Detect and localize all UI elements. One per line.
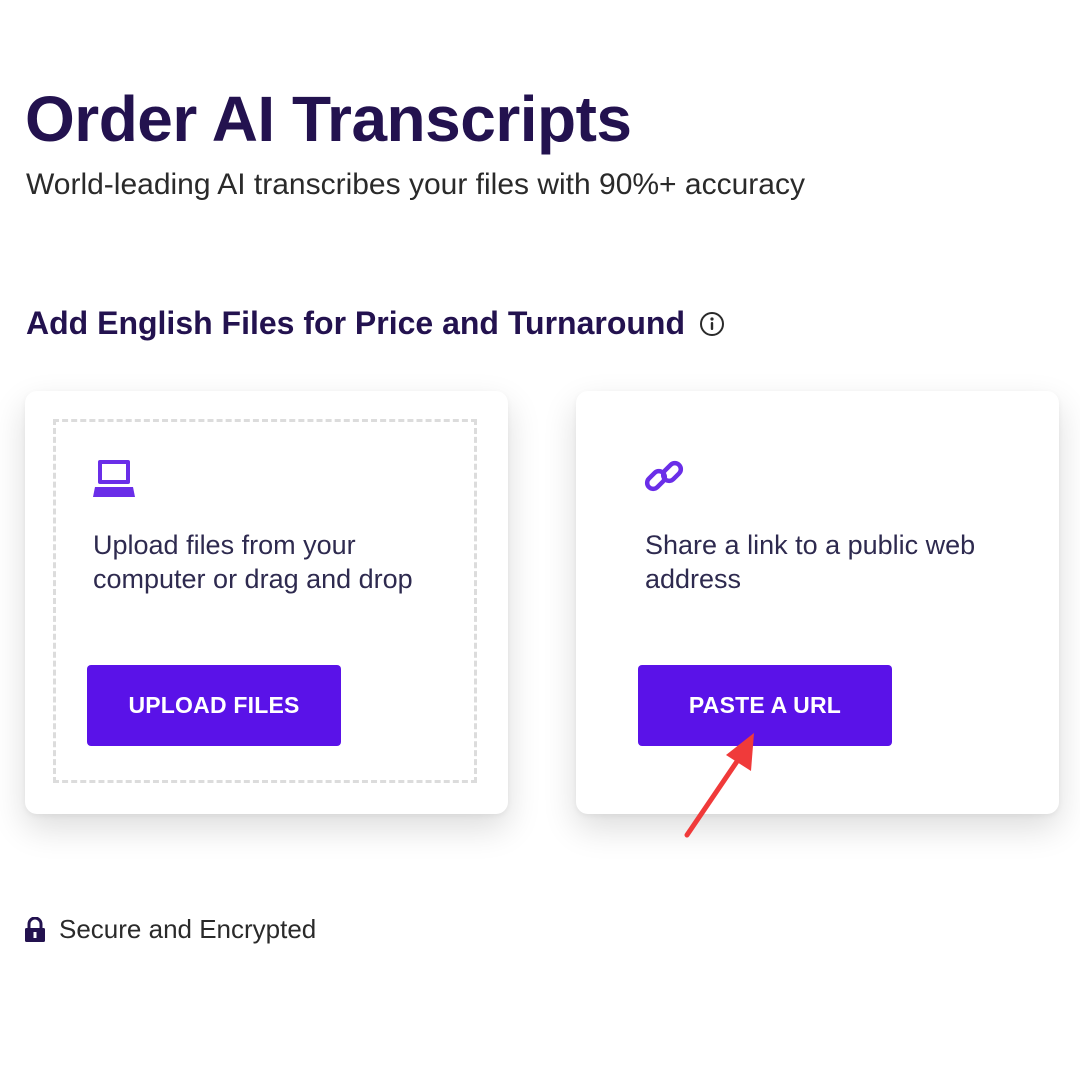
page-title: Order AI Transcripts [25, 83, 632, 155]
secure-note: Secure and Encrypted [24, 914, 316, 945]
section-heading: Add English Files for Price and Turnarou… [26, 305, 725, 342]
red-arrow-icon [684, 733, 754, 838]
secure-label: Secure and Encrypted [59, 914, 317, 944]
info-circle-icon[interactable] [699, 311, 725, 337]
lock-icon [24, 916, 46, 943]
upload-card[interactable]: Upload files from your computer or drag … [25, 391, 508, 814]
url-card[interactable]: Share a link to a public web address PAS… [576, 391, 1059, 814]
upload-description: Upload files from your computer or drag … [93, 530, 413, 594]
laptop-icon [92, 457, 136, 501]
link-icon [642, 457, 686, 501]
url-description: Share a link to a public web address [645, 530, 976, 594]
page-subtitle: World-leading AI transcribes your files … [26, 168, 805, 201]
section-heading-text: Add English Files for Price and Turnarou… [26, 305, 686, 341]
upload-files-button[interactable]: UPLOAD FILES [87, 665, 341, 746]
order-page: Order AI Transcripts World-leading AI tr… [0, 0, 1080, 1080]
